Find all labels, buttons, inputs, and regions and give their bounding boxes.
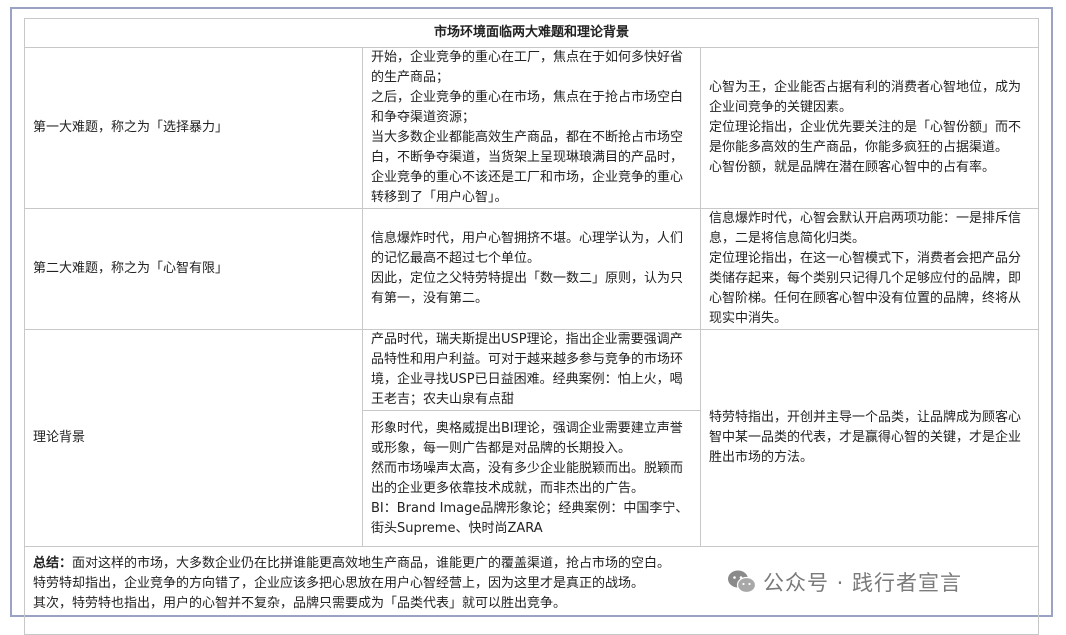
watermark-text: 公众号 · 践行者宣言 [763,571,963,595]
wechat-icon [728,570,757,594]
row1-right-p1: 心智为王，企业能否占据有利的消费者心智地位，成为企业间竞争的关键因素。 [709,80,1022,115]
row1-middle-cell: 开始，企业竞争的重心在工厂，焦点在于如何多快好省的生产商品； 之后，企业竞争的重… [362,47,701,209]
row2-right-cell: 信息爆炸时代，心智会默认开启两项功能：一是排斥信息，二是将信息简化归类。 定位理… [700,208,1039,330]
row1-header: 第一大难题，称之为「选择暴力」 [24,47,363,209]
row1-right-cell: 心智为王，企业能否占据有利的消费者心智地位，成为企业间竞争的关键因素。 定位理论… [700,47,1039,209]
row3-middle-b-p1: 形象时代，奥格威提出BI理论，强调企业需要建立声誉或形象，每一则广告都是对品牌的… [371,420,683,456]
row1-middle-p3: 当大多数企业都能高效生产商品，都在不断抢占市场空白，不断争夺渠道，当货架上呈现琳… [371,130,684,205]
summary-label: 总结： [33,556,73,571]
row1-right-p3: 心智份额，就是品牌在潜在顾客心智中的占有率。 [709,160,996,175]
row3-middle-a: 产品时代，瑞夫斯提出USP理论，指出企业需要强调产品特性和用户利益。可对于越来越… [362,329,701,411]
main-table: 市场环境面临两大难题和理论背景 第一大难题，称之为「选择暴力」 开始，企业竞争的… [24,18,1039,635]
row2-header: 第二大难题，称之为「心智有限」 [24,208,363,330]
row2-middle-p1: 信息爆炸时代，用户心智拥挤不堪。心理学认为，人们的记忆最高不超过七个单位。 [371,231,684,266]
row1-right-p2: 定位理论指出，企业优先要关注的是「心智份额」而不是你能多高效的生产商品，你能多疯… [709,120,1022,155]
summary-text1: 面对这样的市场，大多数企业仍在比拼谁能更高效地生产商品，谁能更广的覆盖渠道，抢占… [72,556,671,571]
row1-middle-p1: 开始，企业竞争的重心在工厂，焦点在于如何多快好省的生产商品； [371,50,684,85]
row3-middle-b: 形象时代，奥格威提出BI理论，强调企业需要建立声誉或形象，每一则广告都是对品牌的… [362,410,701,547]
row3-header: 理论背景 [24,329,363,547]
row3-middle-b-p3: BI：Brand Image品牌形象论；经典案例：中国李宁、街头Supreme、… [371,500,689,536]
watermark: 公众号 · 践行者宣言 [727,566,962,598]
row2-right-p1: 信息爆炸时代，心智会默认开启两项功能：一是排斥信息，二是将信息简化归类。 [709,211,1022,246]
row3-middle-b-p2: 然而市场噪声太高，没有多少企业能脱颖而出。脱颖而出的企业更多依靠技术成就，而非杰… [371,460,684,496]
row1-middle-p2: 之后，企业竞争的重心在市场，焦点在于抢占市场空白和争夺渠道资源； [371,90,684,125]
row2-middle-cell: 信息爆炸时代，用户心智拥挤不堪。心理学认为，人们的记忆最高不超过七个单位。 因此… [362,208,701,330]
row2-middle-p2: 因此，定位之父特劳特提出「数一数二」原则，认为只有第一，没有第二。 [371,271,684,306]
row3-right-cell: 特劳特指出，开创并主导一个品类，让品牌成为顾客心智中某一品类的代表，才是赢得心智… [700,329,1039,547]
row2-right-p2: 定位理论指出，在这一心智模式下，消费者会把产品分类储存起来，每个类别只记得几个足… [709,251,1022,326]
table-title: 市场环境面临两大难题和理论背景 [24,18,1039,48]
